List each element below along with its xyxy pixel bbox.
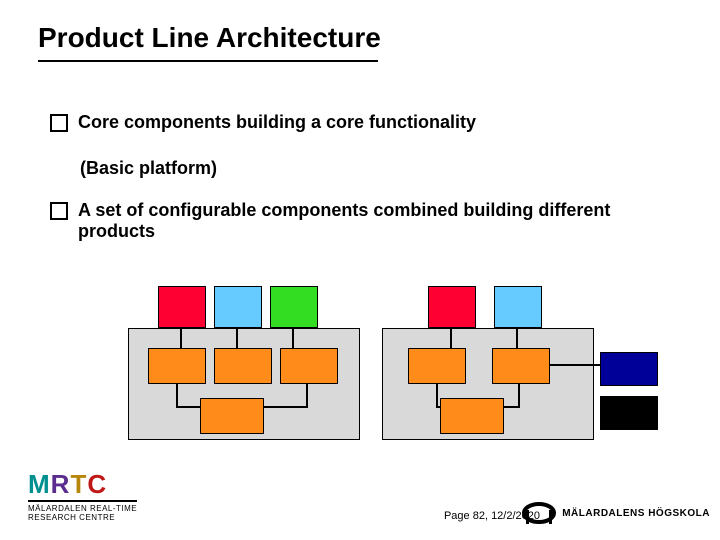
mid-block-2 <box>280 348 338 384</box>
bot-block-0 <box>200 398 264 434</box>
top-block-0 <box>158 286 206 328</box>
mid-block-3 <box>408 348 466 384</box>
top-block-1 <box>214 286 262 328</box>
bullet-2-text: A set of configurable components combine… <box>78 200 650 242</box>
connector-5 <box>176 382 178 408</box>
connector-9 <box>436 382 438 408</box>
bullet-square-icon <box>50 114 68 132</box>
bullet-2: A set of configurable components combine… <box>50 200 650 242</box>
top-block-2 <box>270 286 318 328</box>
connector-8 <box>262 406 308 408</box>
top-block-4 <box>494 286 542 328</box>
page-title: Product Line Architecture <box>38 22 381 54</box>
top-block-3 <box>428 286 476 328</box>
connector-4 <box>516 326 518 348</box>
connector-3 <box>450 326 452 348</box>
logo-mrtc-acronym: MRTC <box>28 469 137 500</box>
mid-block-4 <box>492 348 550 384</box>
bullet-square-icon <box>50 202 68 220</box>
mid-block-0 <box>148 348 206 384</box>
logo-mdh-label: MÄLARDALENS HÖGSKOLA <box>562 508 710 519</box>
logo-mrtc: MRTC MÄLARDALEN REAL-TIME RESEARCH CENTR… <box>28 469 137 522</box>
bot-block-1 <box>440 398 504 434</box>
connector-12 <box>502 406 520 408</box>
oval-logo-icon <box>522 498 556 528</box>
connector-13 <box>548 364 600 366</box>
bullet-1-text: Core components building a core function… <box>78 112 476 133</box>
logo-mdh: MÄLARDALENS HÖGSKOLA <box>522 498 710 528</box>
slide: Product Line Architecture Core component… <box>0 0 720 540</box>
connector-11 <box>518 382 520 408</box>
connector-1 <box>236 326 238 348</box>
side-block-0 <box>600 352 658 386</box>
logo-mrtc-sub1: MÄLARDALEN REAL-TIME <box>28 500 137 513</box>
connector-0 <box>180 326 182 348</box>
logo-mdh-text: MÄLARDALENS HÖGSKOLA <box>562 508 710 519</box>
bullet-1-sub: (Basic platform) <box>80 158 217 179</box>
bullet-1: Core components building a core function… <box>50 112 650 133</box>
connector-7 <box>306 382 308 408</box>
connector-6 <box>176 406 200 408</box>
connector-2 <box>292 326 294 348</box>
side-block-1 <box>600 396 658 430</box>
logo-mrtc-sub2: RESEARCH CENTRE <box>28 513 137 522</box>
mid-block-1 <box>214 348 272 384</box>
title-underline <box>38 60 378 62</box>
